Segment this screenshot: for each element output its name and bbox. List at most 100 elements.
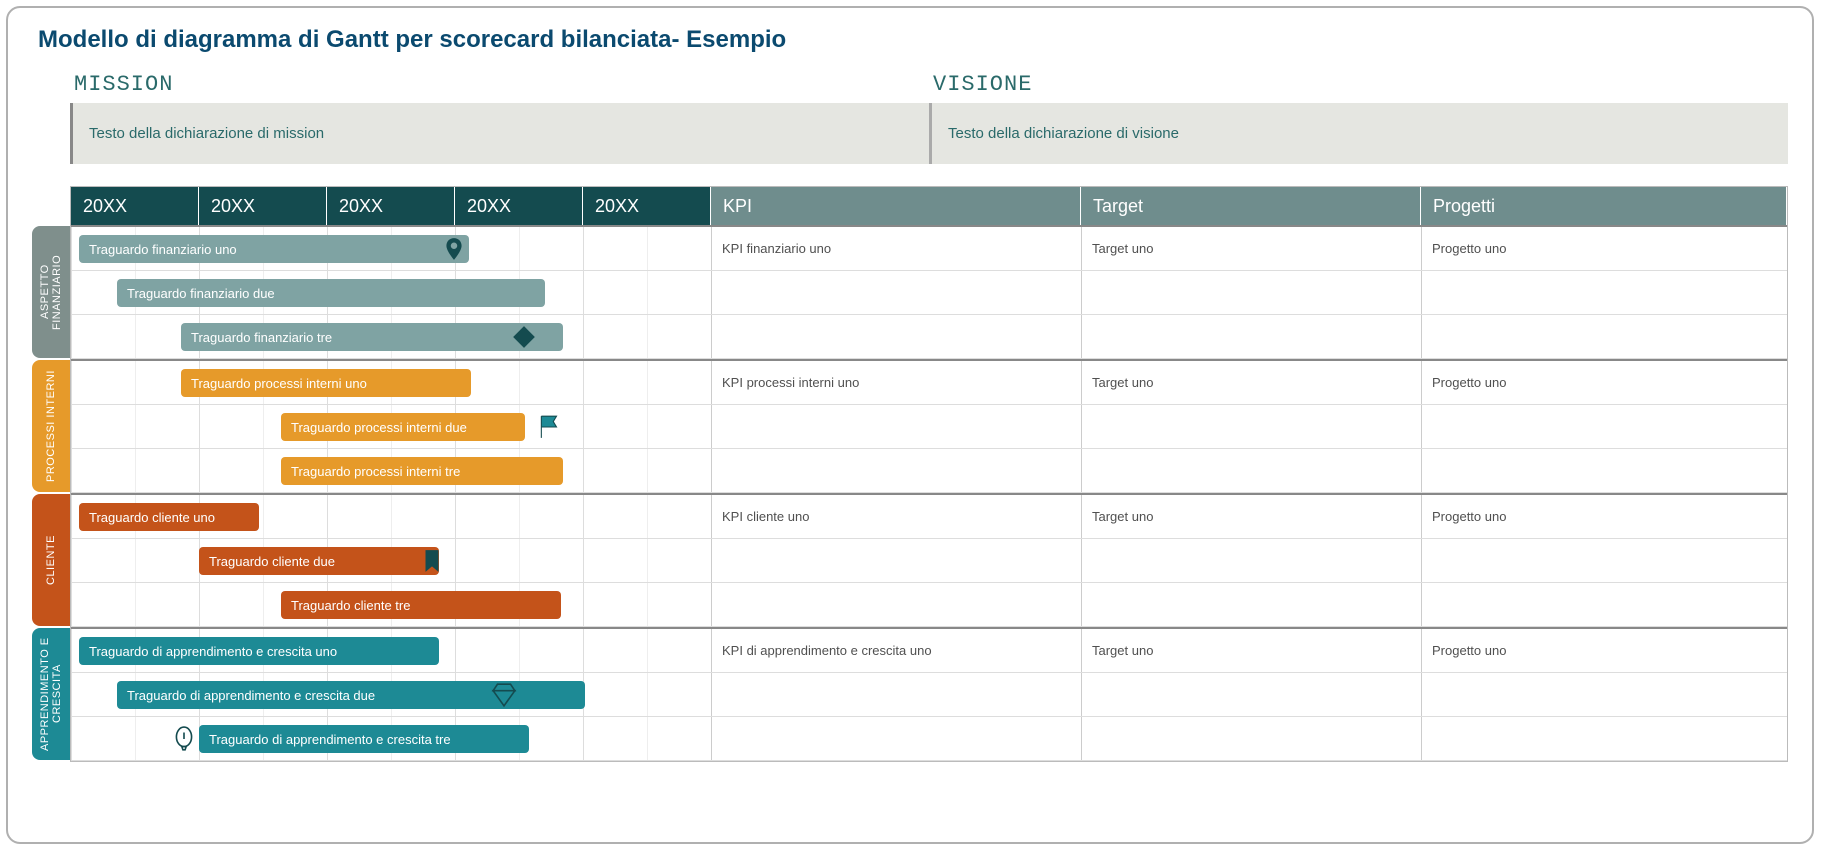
gantt-bar: Traguardo processi interni tre — [281, 457, 563, 485]
gantt-bar: Traguardo processi interni uno — [181, 369, 471, 397]
target-cell: Target uno — [1081, 495, 1421, 538]
chart-area: Traguardo cliente due — [71, 539, 711, 582]
year-head-0: 20XX — [71, 187, 199, 225]
target-cell — [1081, 315, 1421, 358]
mission-vision-heads: MISSION VISIONE — [70, 68, 1788, 103]
project-cell — [1421, 717, 1787, 760]
gantt-row: Traguardo cliente tre — [71, 583, 1787, 627]
year-head-2: 20XX — [327, 187, 455, 225]
gantt-row: Traguardo cliente due — [71, 539, 1787, 583]
diamond-icon — [511, 321, 537, 353]
target-cell: Target uno — [1081, 227, 1421, 270]
gantt-bar: Traguardo finanziario uno — [79, 235, 469, 263]
kpi-cell: KPI finanziario uno — [711, 227, 1081, 270]
mission-head: MISSION — [70, 68, 929, 103]
target-cell — [1081, 717, 1421, 760]
diamond2-icon — [491, 679, 517, 711]
gantt-row: Traguardo cliente uno KPI cliente unoTarg… — [71, 495, 1787, 539]
project-cell — [1421, 583, 1787, 626]
chart-area: Traguardo finanziario tre — [71, 315, 711, 358]
header-row: 20XX 20XX 20XX 20XX 20XX KPI Target Prog… — [71, 187, 1787, 225]
chart-area: Traguardo di apprendimento e crescita du… — [71, 673, 711, 716]
year-head-1: 20XX — [199, 187, 327, 225]
year-head-4: 20XX — [583, 187, 711, 225]
chart-area: Traguardo di apprendimento e crescita tr… — [71, 717, 711, 760]
gantt-bar: Traguardo finanziario tre — [181, 323, 563, 351]
chart-area: Traguardo finanziario due — [71, 271, 711, 314]
gantt-row: Traguardo processi interni due — [71, 405, 1787, 449]
col-kpi: KPI — [711, 187, 1081, 225]
gantt-bar: Traguardo cliente due — [199, 547, 439, 575]
project-cell — [1421, 673, 1787, 716]
kpi-cell — [711, 673, 1081, 716]
side-label-app: APPRENDIMENTO E CRESCITA — [32, 628, 70, 760]
target-cell — [1081, 405, 1421, 448]
project-cell — [1421, 271, 1787, 314]
col-target: Target — [1081, 187, 1421, 225]
project-cell: Progetto uno — [1421, 227, 1787, 270]
chart-area: Traguardo di apprendimento e crescita un… — [71, 629, 711, 672]
flag-icon — [537, 411, 563, 443]
target-cell — [1081, 449, 1421, 492]
kpi-cell: KPI di apprendimento e crescita uno — [711, 629, 1081, 672]
target-cell — [1081, 539, 1421, 582]
vision-body: Testo della dichiarazione di visione — [929, 103, 1788, 164]
gantt-bar: Traguardo cliente uno — [79, 503, 259, 531]
balloon-icon — [171, 723, 197, 755]
chart-area: Traguardo finanziario uno — [71, 227, 711, 270]
gantt-row: Traguardo di apprendimento e crescita un… — [71, 629, 1787, 673]
project-cell — [1421, 405, 1787, 448]
side-label-cli: CLIENTE — [32, 494, 70, 626]
project-cell: Progetto uno — [1421, 495, 1787, 538]
target-cell: Target uno — [1081, 629, 1421, 672]
kpi-cell — [711, 717, 1081, 760]
section-fin: Traguardo finanziario uno KPI finanziario… — [71, 225, 1787, 359]
project-cell — [1421, 449, 1787, 492]
kpi-cell — [711, 315, 1081, 358]
chart-area: Traguardo processi interni tre — [71, 449, 711, 492]
kpi-cell — [711, 449, 1081, 492]
project-cell — [1421, 315, 1787, 358]
target-cell — [1081, 583, 1421, 626]
gantt-row: Traguardo di apprendimento e crescita tr… — [71, 717, 1787, 761]
kpi-cell — [711, 583, 1081, 626]
gantt-row: Traguardo processi interni uno KPI proces… — [71, 361, 1787, 405]
template-frame: Modello di diagramma di Gantt per scorec… — [6, 6, 1814, 844]
chart-area: Traguardo processi interni due — [71, 405, 711, 448]
gantt-row: Traguardo finanziario due — [71, 271, 1787, 315]
side-label-fin: ASPETTO FINANZIARIO — [32, 226, 70, 358]
target-cell — [1081, 673, 1421, 716]
mission-vision-body: Testo della dichiarazione di mission Tes… — [70, 103, 1788, 164]
kpi-cell: KPI cliente uno — [711, 495, 1081, 538]
section-proc: Traguardo processi interni uno KPI proces… — [71, 359, 1787, 493]
vision-head: VISIONE — [929, 68, 1788, 103]
gantt-bar: Traguardo finanziario due — [117, 279, 545, 307]
side-labels: ASPETTO FINANZIARIO PROCESSI INTERNI CLI… — [32, 186, 70, 762]
section-cli: Traguardo cliente uno KPI cliente unoTarg… — [71, 493, 1787, 627]
kpi-cell — [711, 405, 1081, 448]
project-cell: Progetto uno — [1421, 629, 1787, 672]
gantt-row: Traguardo di apprendimento e crescita du… — [71, 673, 1787, 717]
chart-area: Traguardo cliente uno — [71, 495, 711, 538]
side-label-proc: PROCESSI INTERNI — [32, 360, 70, 492]
kpi-cell — [711, 271, 1081, 314]
gantt-row: Traguardo finanziario tre — [71, 315, 1787, 359]
gantt-bar: Traguardo processi interni due — [281, 413, 525, 441]
project-cell: Progetto uno — [1421, 361, 1787, 404]
mission-body: Testo della dichiarazione di mission — [73, 103, 929, 164]
gantt-row: Traguardo finanziario uno KPI finanziario… — [71, 227, 1787, 271]
page-title: Modello di diagramma di Gantt per scorec… — [38, 26, 1788, 54]
pin-icon — [441, 233, 467, 265]
target-cell: Target uno — [1081, 361, 1421, 404]
gantt-grid: 20XX 20XX 20XX 20XX 20XX KPI Target Prog… — [70, 186, 1788, 762]
kpi-cell: KPI processi interni uno — [711, 361, 1081, 404]
section-app: Traguardo di apprendimento e crescita un… — [71, 627, 1787, 761]
col-progetti: Progetti — [1421, 187, 1787, 225]
chart-area: Traguardo processi interni uno — [71, 361, 711, 404]
gantt-bar: Traguardo cliente tre — [281, 591, 561, 619]
year-head-3: 20XX — [455, 187, 583, 225]
gantt-bar: Traguardo di apprendimento e crescita tr… — [199, 725, 529, 753]
project-cell — [1421, 539, 1787, 582]
kpi-cell — [711, 539, 1081, 582]
chart-area: Traguardo cliente tre — [71, 583, 711, 626]
